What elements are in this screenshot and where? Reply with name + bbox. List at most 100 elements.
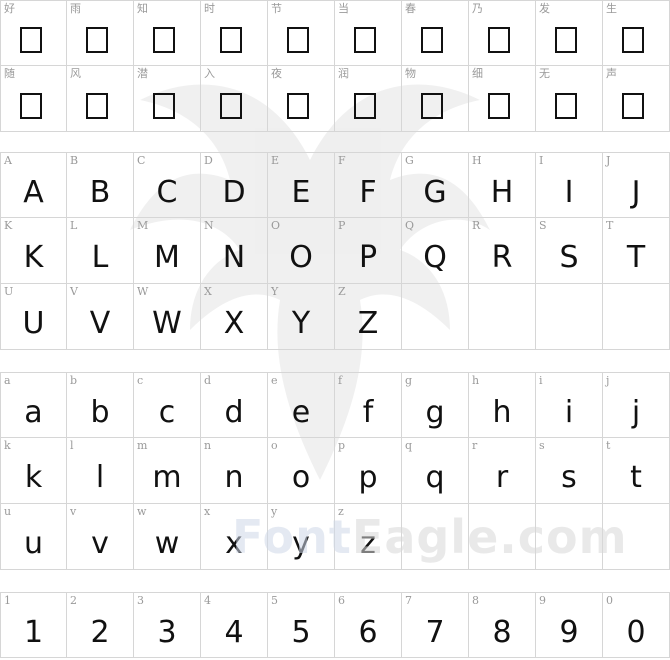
glyph-cell-label: 2 bbox=[70, 594, 77, 607]
glyph-cell bbox=[536, 504, 603, 570]
glyph-cell-label: F bbox=[338, 154, 346, 167]
glyph-cell-label: 夜 bbox=[271, 67, 282, 80]
glyph-cell-label: m bbox=[137, 439, 148, 452]
glyph-cell-label: 5 bbox=[271, 594, 278, 607]
glyph-sample: o bbox=[291, 460, 311, 495]
glyph-cell: KK bbox=[0, 218, 67, 284]
glyph-cell-label: b bbox=[70, 374, 78, 387]
glyph-cell bbox=[469, 504, 536, 570]
glyph-cell-label: z bbox=[338, 505, 344, 518]
glyph-sample: i bbox=[564, 394, 574, 430]
glyph-cell: 55 bbox=[268, 592, 335, 658]
glyph-sample: M bbox=[154, 240, 180, 275]
glyph-sample: g bbox=[425, 394, 445, 430]
glyph-cell-label: v bbox=[70, 505, 77, 518]
glyph-cell: WW bbox=[134, 284, 201, 350]
glyph-sample: A bbox=[23, 174, 44, 210]
missing-glyph-box-icon bbox=[153, 92, 175, 119]
glyph-cell: zz bbox=[335, 504, 402, 570]
glyph-cell: ww bbox=[134, 504, 201, 570]
glyph-cell: hh bbox=[469, 372, 536, 438]
missing-glyph-box-icon bbox=[421, 27, 443, 53]
missing-glyph-box bbox=[603, 80, 669, 131]
glyph-sample: d bbox=[224, 394, 244, 430]
glyph-sample: 4 bbox=[224, 614, 244, 650]
glyph-sample: j bbox=[631, 394, 641, 430]
glyph-sample: a bbox=[24, 394, 43, 430]
missing-glyph-box bbox=[268, 80, 334, 131]
glyph-cell: ZZ bbox=[335, 284, 402, 350]
missing-glyph-box bbox=[134, 80, 200, 131]
glyph-cell-label: 节 bbox=[271, 2, 282, 15]
glyph-cell: ff bbox=[335, 372, 402, 438]
glyph-sample: u bbox=[23, 526, 43, 561]
glyph-cell: 潜 bbox=[134, 66, 201, 132]
glyph-cell: CC bbox=[134, 152, 201, 218]
missing-glyph-box-icon bbox=[354, 92, 376, 119]
glyph-sample: R bbox=[491, 240, 513, 275]
glyph-cell: MM bbox=[134, 218, 201, 284]
glyph-cell: 11 bbox=[0, 592, 67, 658]
glyph-cell: 乃 bbox=[469, 0, 536, 66]
glyph-cell-label: 雨 bbox=[70, 2, 81, 15]
glyph-cell-label: 乃 bbox=[472, 2, 483, 15]
glyph-sample: K bbox=[23, 240, 44, 275]
missing-glyph-box bbox=[67, 80, 133, 131]
glyph-cell-label: U bbox=[4, 285, 14, 298]
glyph-cell: 知 bbox=[134, 0, 201, 66]
glyph-cell: 无 bbox=[536, 66, 603, 132]
glyph-cell: 44 bbox=[201, 592, 268, 658]
glyph-cell: 33 bbox=[134, 592, 201, 658]
glyph-cell-label: N bbox=[204, 219, 214, 232]
glyph-sample: s bbox=[561, 460, 577, 495]
glyph-cell-label: I bbox=[539, 154, 544, 167]
glyph-sample: I bbox=[564, 174, 574, 210]
glyph-sample: P bbox=[358, 240, 378, 275]
glyph-cell-label: q bbox=[405, 439, 413, 452]
glyph-cell-label: M bbox=[137, 219, 149, 232]
glyph-cell bbox=[402, 284, 469, 350]
glyph-cell-label: 生 bbox=[606, 2, 617, 15]
glyph-cell: 夜 bbox=[268, 66, 335, 132]
glyph-cell: ll bbox=[67, 438, 134, 504]
glyph-cell-label: 无 bbox=[539, 67, 550, 80]
glyph-cell: qq bbox=[402, 438, 469, 504]
glyph-cell-label: V bbox=[70, 285, 78, 298]
missing-glyph-box bbox=[469, 15, 535, 65]
missing-glyph-box-icon bbox=[19, 27, 42, 53]
glyph-cell: GG bbox=[402, 152, 469, 218]
glyph-sample: H bbox=[490, 174, 514, 210]
glyph-cell: uu bbox=[0, 504, 67, 570]
glyph-cell-label: y bbox=[271, 505, 278, 518]
glyph-sample: 6 bbox=[358, 614, 378, 650]
glyph-sample: B bbox=[89, 174, 111, 210]
glyph-cell: XX bbox=[201, 284, 268, 350]
glyph-cell-label: A bbox=[4, 154, 12, 167]
missing-glyph-box bbox=[402, 80, 468, 131]
glyph-cell: 发 bbox=[536, 0, 603, 66]
missing-glyph-box bbox=[335, 15, 401, 65]
missing-glyph-box bbox=[402, 15, 468, 65]
glyph-cell: cc bbox=[134, 372, 201, 438]
glyph-sample: Y bbox=[291, 306, 311, 341]
glyph-cell: 风 bbox=[67, 66, 134, 132]
glyph-cell-label: 细 bbox=[472, 67, 483, 80]
glyph-cell-label: 7 bbox=[405, 594, 412, 607]
glyph-cell-label: 4 bbox=[204, 594, 211, 607]
missing-glyph-box-icon bbox=[622, 92, 644, 119]
missing-glyph-box bbox=[603, 15, 669, 65]
glyph-cell: JJ bbox=[603, 152, 670, 218]
glyph-sample: 0 bbox=[626, 614, 646, 650]
glyph-sample: T bbox=[626, 240, 646, 275]
glyph-cell-label: P bbox=[338, 219, 346, 232]
missing-glyph-box-icon bbox=[86, 27, 108, 53]
glyph-cell-label: Y bbox=[271, 285, 279, 298]
glyph-cell-label: r bbox=[472, 439, 478, 452]
glyph-sample: m bbox=[152, 460, 182, 495]
glyph-sample: O bbox=[289, 240, 313, 275]
glyph-cell: aa bbox=[0, 372, 67, 438]
glyph-sample: Q bbox=[423, 240, 447, 275]
glyph-cell-label: 声 bbox=[606, 67, 617, 80]
glyph-cell-label: o bbox=[271, 439, 278, 452]
glyph-cell-label: n bbox=[204, 439, 212, 452]
